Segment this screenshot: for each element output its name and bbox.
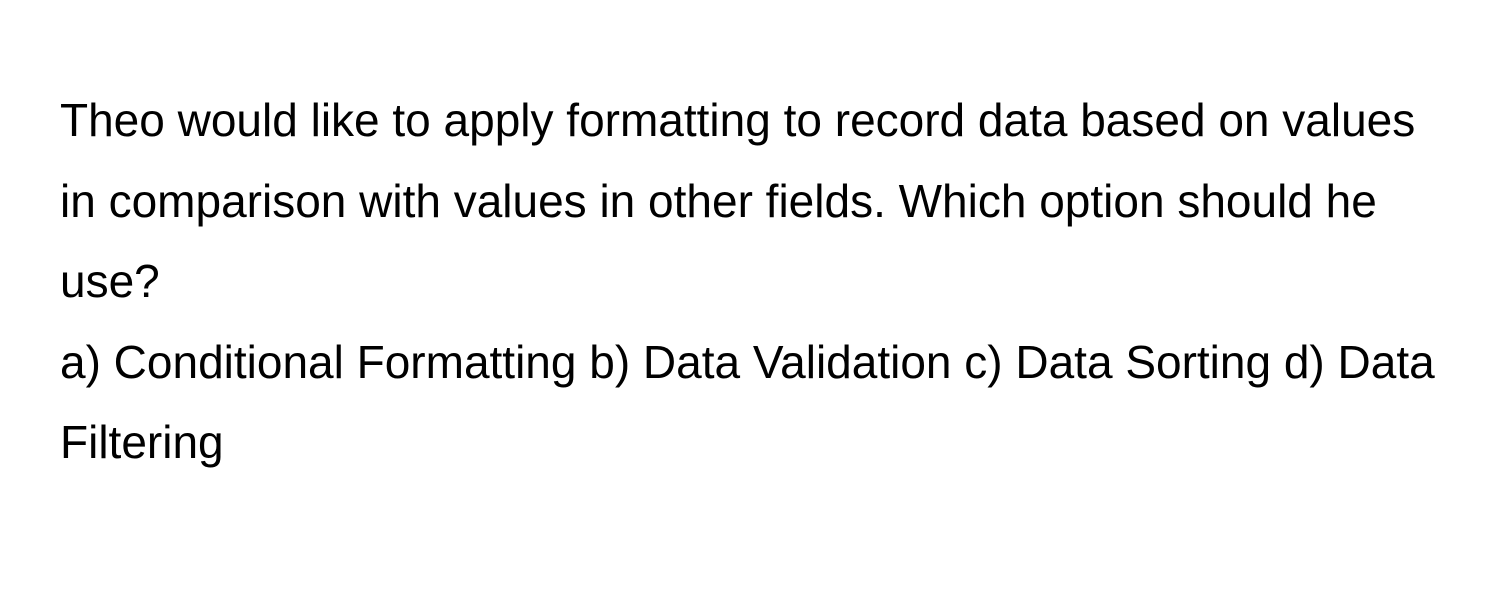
question-options: a) Conditional Formatting b) Data Valida… bbox=[60, 322, 1440, 483]
question-prompt: Theo would like to apply formatting to r… bbox=[60, 80, 1440, 322]
